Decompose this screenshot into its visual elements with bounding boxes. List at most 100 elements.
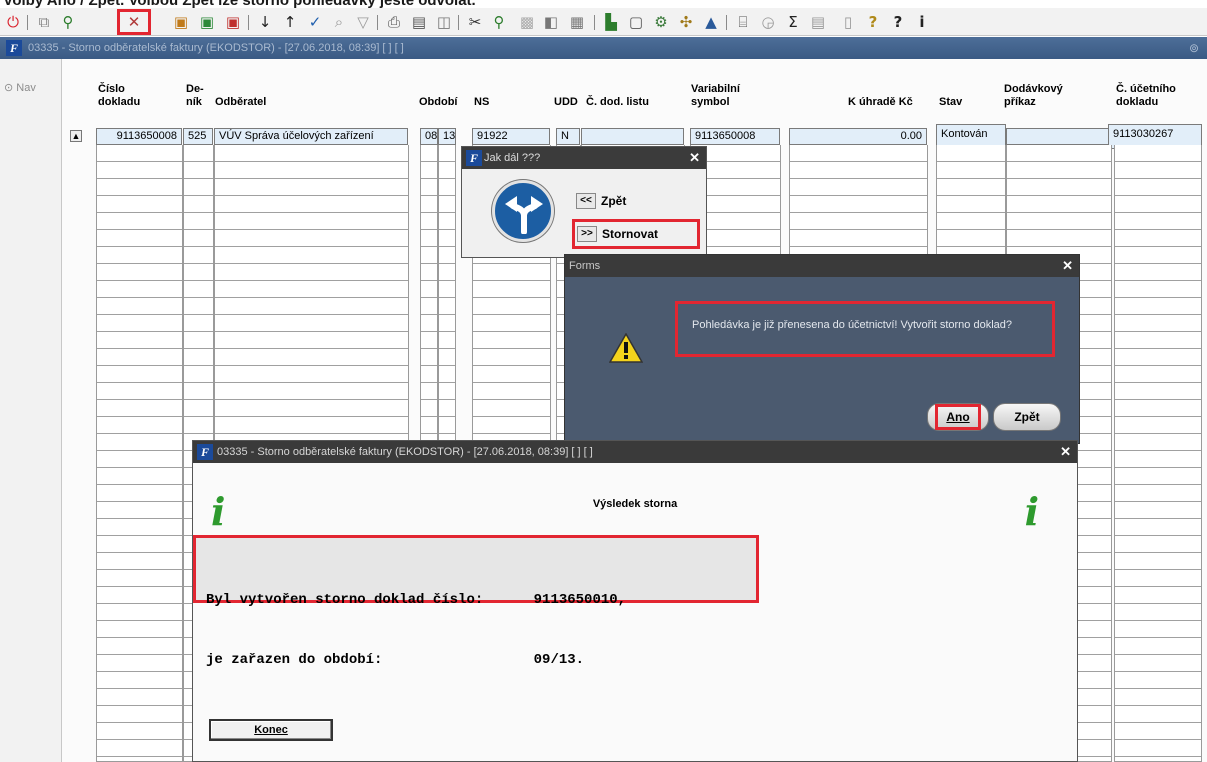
cell-dod-listu[interactable] xyxy=(581,128,684,145)
sum-icon[interactable]: Σ xyxy=(782,11,804,33)
filter-icon[interactable]: ▽ xyxy=(352,11,374,33)
toolbar-separator xyxy=(726,15,727,30)
forms-dialog: Forms ✕ Pohledávka je již přenesena do ú… xyxy=(564,254,1080,444)
settings-icon[interactable]: ⚙ xyxy=(650,11,672,33)
jak-dal-titlebar: F Jak dál ??? ✕ xyxy=(462,147,706,169)
direction-sign-icon xyxy=(492,180,554,242)
storno-result-dialog: F 03335 - Storno odběratelské faktury (E… xyxy=(192,440,1078,762)
scissors-icon[interactable]: ✂ xyxy=(464,11,486,33)
cell-dodavkovy-prikaz[interactable] xyxy=(1006,128,1112,145)
help-icon[interactable]: ⌸ xyxy=(732,11,754,33)
attach-icon[interactable]: ⚲ xyxy=(488,11,510,33)
about-icon[interactable]: ◶ xyxy=(757,11,779,33)
forms-zpet-button[interactable]: Zpět xyxy=(993,403,1061,431)
result-titlebar: F 03335 - Storno odběratelské faktury (E… xyxy=(193,441,1077,463)
header-dod-listu: Č. dod. listu xyxy=(586,96,649,108)
header-cislo: Číslo dokladu xyxy=(98,83,141,108)
sort-desc-icon[interactable]: ↑ xyxy=(279,11,301,33)
document-icon[interactable]: ▤ xyxy=(807,11,829,33)
sigma-icon[interactable]: ✣ xyxy=(675,11,697,33)
grid-column-ucetni-doklad[interactable] xyxy=(1114,145,1202,762)
close-icon[interactable]: ✕ xyxy=(1060,441,1071,463)
header-ns: NS xyxy=(474,96,490,108)
cell-obdobi-mesic[interactable]: 08 xyxy=(420,128,438,145)
image-icon[interactable]: ▩ xyxy=(516,11,538,33)
main-toolbar: ⏻ ⧉ ⚲ ✕ ▣ ▣ ▣ ↓ ↑ ✓ ⌕ ▽ ⎙ ▤ ◫ ✂ ⚲ ▩ ◧ ▦ … xyxy=(0,8,1207,36)
cell-cislo-dokladu[interactable]: 9113650008 xyxy=(96,128,182,145)
cell-udd[interactable]: N xyxy=(556,128,580,145)
window-titlebar: F 03335 - Storno odběratelské faktury (E… xyxy=(0,37,1207,59)
nav-panel: ⊙ Nav xyxy=(0,59,62,762)
grid-icon[interactable]: ▦ xyxy=(566,11,588,33)
row-expand-button[interactable]: ▲ xyxy=(70,130,82,142)
zpet-button[interactable]: << Zpět xyxy=(574,189,626,213)
query-icon[interactable]: ⌕ xyxy=(328,11,350,33)
konec-button[interactable]: Konec xyxy=(209,719,333,741)
close-icon[interactable]: ✕ xyxy=(689,147,700,169)
info-icon[interactable]: i xyxy=(911,11,933,33)
close-icon[interactable]: ✕ xyxy=(1062,255,1073,277)
header-k-uhrade: K úhradě Kč xyxy=(848,96,913,108)
instruction-caption: volby Ano / Zpět. Volbou Zpět lze storno… xyxy=(0,0,1207,8)
header-udd: UDD xyxy=(554,96,578,108)
copy-icon[interactable]: ⧉ xyxy=(33,11,55,33)
result-window-title: 03335 - Storno odběratelské faktury (EKO… xyxy=(217,446,593,458)
jak-dal-title: Jak dál ??? xyxy=(484,152,541,164)
page-icon[interactable]: ▯ xyxy=(837,11,859,33)
toolbar-separator xyxy=(27,15,28,30)
header-ucetni-doklad: Č. účetního dokladu xyxy=(1116,83,1176,108)
chart-icon[interactable]: ◧ xyxy=(540,11,562,33)
forms-title: Forms xyxy=(569,260,601,272)
app-logo-icon: F xyxy=(6,40,22,56)
check-icon[interactable]: ✓ xyxy=(304,11,326,33)
back-arrow-icon: << xyxy=(576,193,596,209)
cell-ns[interactable]: 91922 xyxy=(472,128,550,145)
restore-icon[interactable]: ⊚ xyxy=(1189,37,1199,59)
toolbar-separator xyxy=(594,15,595,30)
context-help-icon[interactable]: ? xyxy=(887,11,909,33)
record-add-icon[interactable]: ▣ xyxy=(196,11,218,33)
folder-icon[interactable]: ▙ xyxy=(600,11,622,33)
cell-variabilni-symbol[interactable]: 9113650008 xyxy=(690,128,780,145)
print-icon[interactable]: ⎙ xyxy=(383,11,405,33)
grid-column-cislo[interactable] xyxy=(96,145,183,762)
ano-label[interactable]: Ano xyxy=(935,404,981,430)
find-icon[interactable]: ⚲ xyxy=(57,11,79,33)
app-logo-icon: F xyxy=(466,150,482,166)
ano-button-frame[interactable]: Ano xyxy=(927,403,989,431)
window-title: 03335 - Storno odběratelské faktury (EKO… xyxy=(28,42,404,54)
forms-message: Pohledávka je již přenesena do účetnictv… xyxy=(675,301,1055,357)
cell-obdobi-rok[interactable]: 13 xyxy=(438,128,456,145)
export-icon[interactable]: ◫ xyxy=(433,11,455,33)
power-icon[interactable]: ⏻ xyxy=(2,11,24,33)
header-obdobi: Období xyxy=(419,96,458,108)
result-line-obdobi: je zařazen do období: 09/13. xyxy=(206,652,585,668)
cell-odberatel[interactable]: VÚV Správa účelových zařízení xyxy=(214,128,408,145)
calc-icon[interactable]: ▲ xyxy=(700,11,722,33)
forms-zpet-label: Zpět xyxy=(1014,410,1040,424)
header-variabilni-symbol: Variabilní symbol xyxy=(691,83,740,108)
forward-arrow-icon: >> xyxy=(577,226,597,242)
cell-denik[interactable]: 525 xyxy=(183,128,213,145)
stornovat-label: Stornovat xyxy=(602,227,659,241)
toolbar-separator xyxy=(377,15,378,30)
stornovat-button[interactable]: >> Stornovat xyxy=(572,219,700,249)
result-line-doklad: Byl vytvořen storno doklad číslo: 911365… xyxy=(206,592,627,608)
question-icon[interactable]: ? xyxy=(862,11,884,33)
nav-label[interactable]: ⊙ Nav xyxy=(4,81,36,94)
zpet-label: Zpět xyxy=(601,194,627,208)
header-denik: De- ník xyxy=(186,83,204,108)
record-delete-icon[interactable]: ▣ xyxy=(222,11,244,33)
record-icon[interactable]: ▣ xyxy=(170,11,192,33)
header-odberatel: Odběratel xyxy=(215,96,267,108)
sort-asc-icon[interactable]: ↓ xyxy=(254,11,276,33)
forms-titlebar: Forms ✕ xyxy=(565,255,1079,277)
app-logo-icon: F xyxy=(197,444,213,460)
preview-icon[interactable]: ▤ xyxy=(408,11,430,33)
cell-k-uhrade[interactable]: 0.00 xyxy=(789,128,927,145)
konec-label: Konec xyxy=(254,724,288,736)
save-icon[interactable]: ▢ xyxy=(625,11,647,33)
result-message-box: Byl vytvořen storno doklad číslo: 911365… xyxy=(193,535,759,668)
cancel-document-icon[interactable]: ✕ xyxy=(117,9,151,35)
toolbar-separator xyxy=(248,15,249,30)
